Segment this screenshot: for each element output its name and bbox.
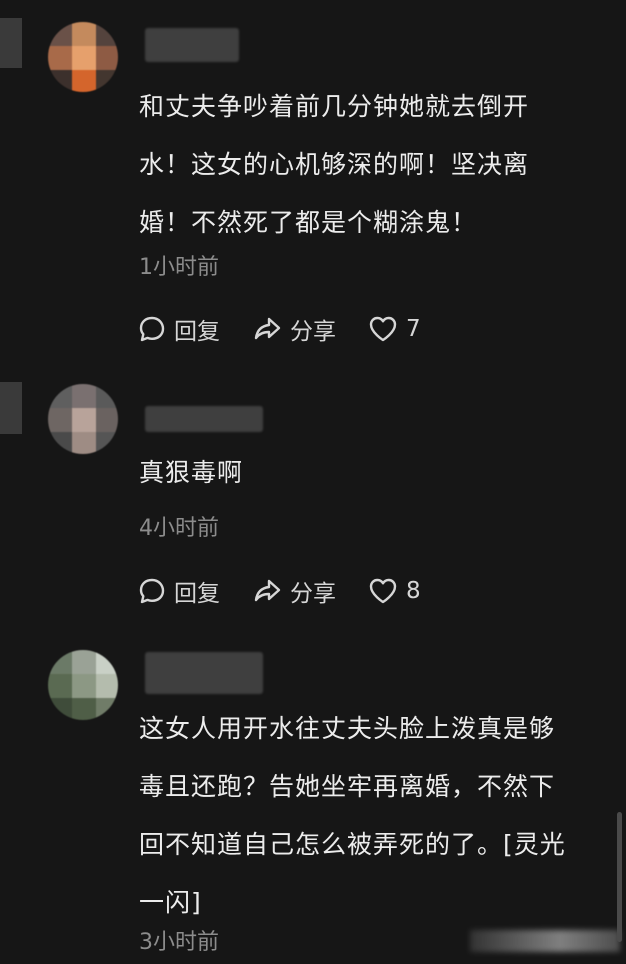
- watermark: [470, 930, 620, 952]
- comment-time: 3小时前: [139, 930, 219, 955]
- avatar[interactable]: [48, 650, 118, 720]
- comment-text: 这女人用开水往丈夫头脸上泼真是够毒且还跑？告她坐牢再离婚，不然下回不知道自己怎么…: [139, 714, 566, 917]
- scrollbar[interactable]: [617, 812, 622, 942]
- username-blurred[interactable]: [145, 652, 263, 694]
- comment-item: 这女人用开水往丈夫头脸上泼真是够毒且还跑？告她坐牢再离婚，不然下回不知道自己怎么…: [0, 0, 626, 964]
